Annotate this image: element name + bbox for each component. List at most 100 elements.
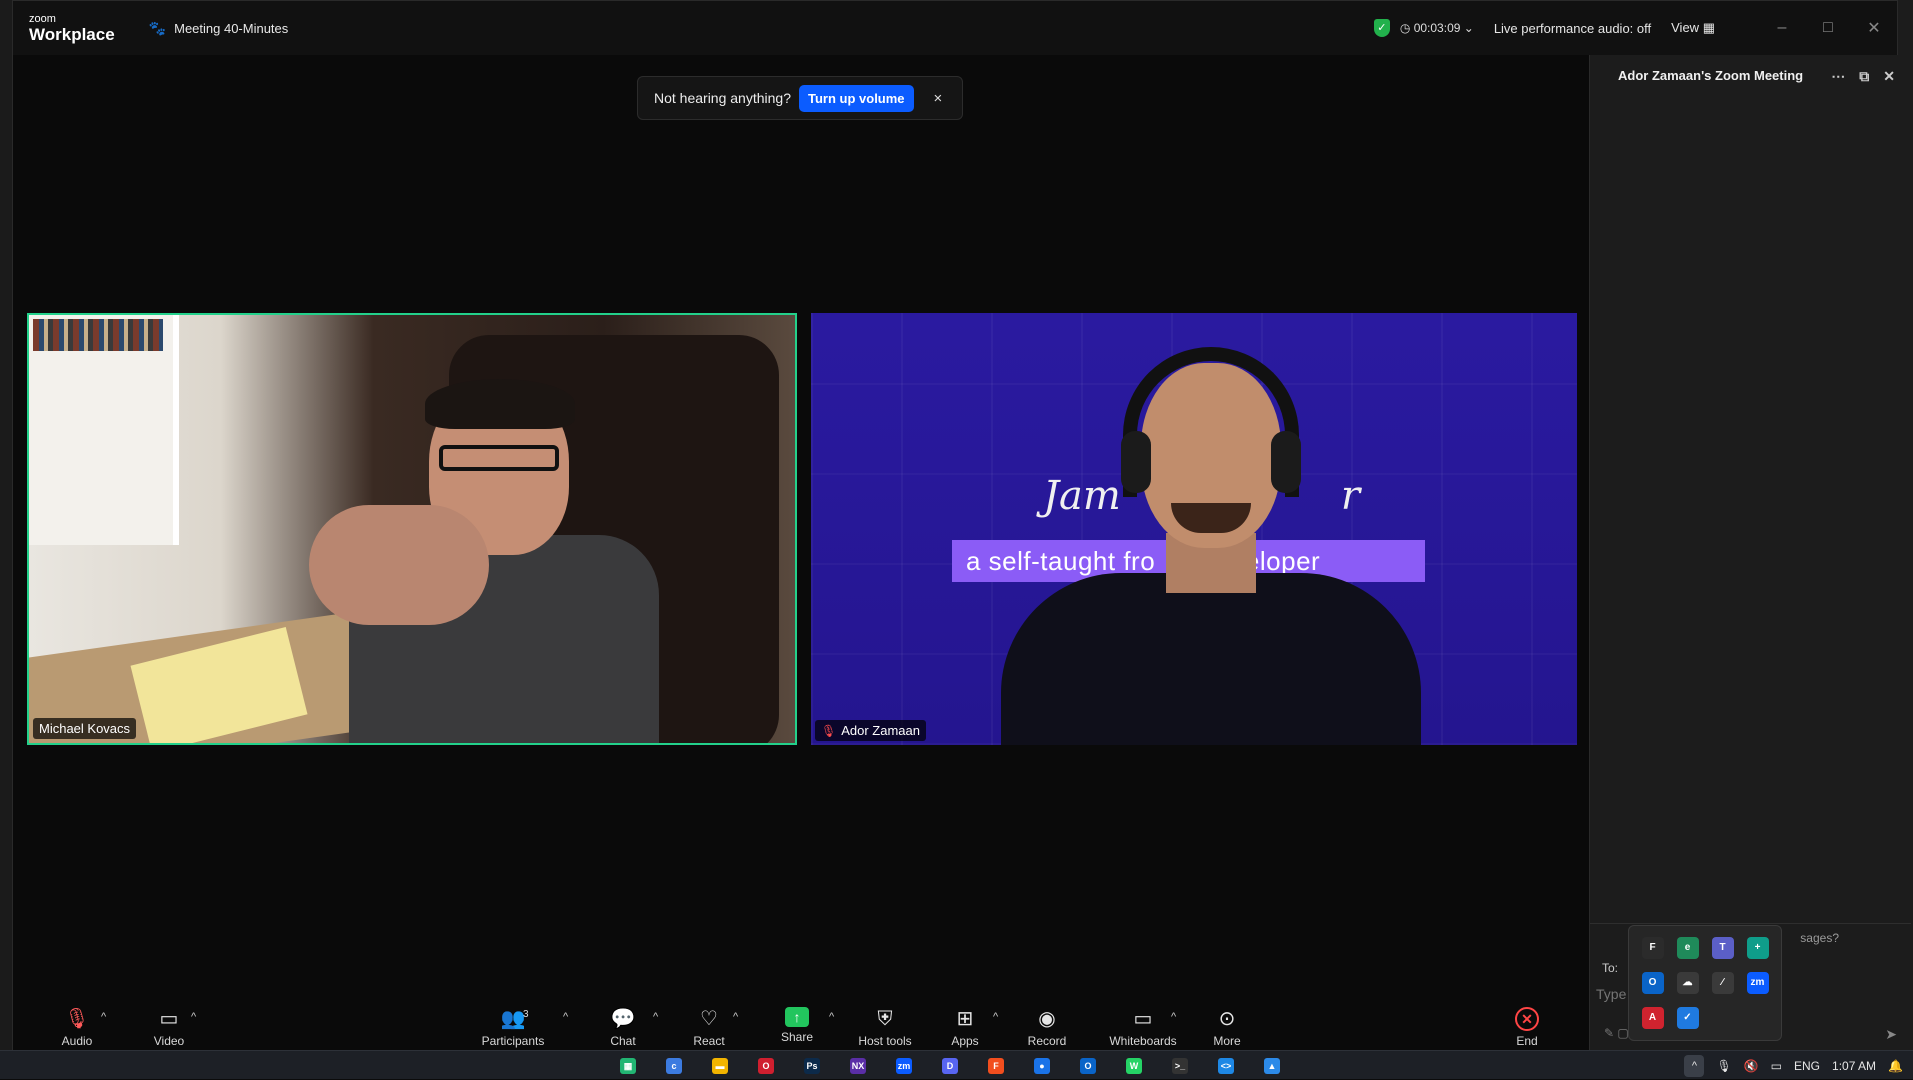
apps-caret[interactable]: ^ [993, 1011, 998, 1023]
format-icon[interactable]: ✎ ▢ [1604, 1026, 1629, 1040]
teams-icon[interactable]: T [1711, 937, 1734, 960]
taskbar-app[interactable]: ● [1022, 1054, 1062, 1077]
anydesk-icon[interactable]: A [1641, 1006, 1664, 1029]
pop-out-icon[interactable]: ⧉ [1859, 68, 1869, 85]
close-icon[interactable]: × [934, 90, 943, 107]
participant-name: Ador Zamaan [841, 723, 920, 738]
chat-button[interactable]: 💬 Chat [583, 1007, 663, 1048]
taskbar-app[interactable]: c [654, 1054, 694, 1077]
taskbar-app[interactable]: O [746, 1054, 786, 1077]
meeting-info-button[interactable]: 🐾 Meeting 40-Minutes [149, 20, 289, 37]
end-meeting-button[interactable]: ✕ End [1487, 1007, 1567, 1048]
maximize-icon[interactable]: □ [1805, 19, 1851, 37]
taskbar-app[interactable]: Ps [792, 1054, 832, 1077]
title-bar-right: ✓ ◷ 00:03:09 ⌄ Live performance audio: o… [1373, 1, 1897, 55]
language-indicator[interactable]: ENG [1794, 1059, 1820, 1073]
share-caret[interactable]: ^ [829, 1011, 834, 1023]
display-icon[interactable]: ▭ [1771, 1059, 1782, 1073]
chevron-up-icon[interactable]: ^ [1684, 1054, 1705, 1077]
system-tray-overflow: Fe T + O ☁ ∕ zm A ✓ [1628, 925, 1782, 1041]
end-icon: ✕ [1515, 1007, 1539, 1031]
record-button[interactable]: ◉ Record [1007, 1007, 1087, 1048]
next-icon: NX [850, 1057, 866, 1074]
figma-icon: F [988, 1057, 1004, 1074]
chrome-icon: ● [1034, 1057, 1050, 1074]
whiteboards-caret[interactable]: ^ [1171, 1011, 1176, 1023]
taskbar-app[interactable]: <> [1206, 1054, 1246, 1077]
encryption-shield-icon[interactable]: ✓ [1373, 19, 1390, 37]
taskbar-app[interactable]: D [930, 1054, 970, 1077]
send-icon[interactable]: ➤ [1885, 1026, 1897, 1043]
record-icon: ◉ [1038, 1008, 1056, 1030]
microphone-icon[interactable]: 🎙 [1716, 1059, 1731, 1073]
photos-icon: ▲ [1264, 1057, 1280, 1074]
outlook-icon: O [1080, 1057, 1096, 1074]
terminal-icon: >_ [1172, 1057, 1188, 1074]
participant-name-tag: 🎙 Ador Zamaan [815, 720, 926, 741]
photoshop-icon: Ps [804, 1057, 820, 1074]
figma-icon[interactable]: F [1641, 937, 1664, 960]
speaker-muted-icon[interactable]: 🔇 [1744, 1059, 1759, 1073]
notification-bell-icon[interactable]: 🔔 [1888, 1059, 1903, 1073]
close-panel-icon[interactable]: ✕ [1883, 68, 1895, 85]
meeting-timer[interactable]: ◷ 00:03:09 ⌄ [1400, 21, 1474, 35]
share-button[interactable]: ↑ Share [757, 1007, 837, 1044]
meeting-name: Meeting 40-Minutes [174, 20, 289, 36]
system-tray: ^ 🎙 🔇 ▭ ENG 1:07 AM 🔔 [1684, 1051, 1903, 1080]
minimize-icon[interactable]: – [1759, 19, 1805, 37]
view-button[interactable]: View ▦ [1671, 20, 1715, 36]
zoom-icon[interactable]: zm [1746, 971, 1769, 994]
taskbar-app[interactable]: O [1068, 1054, 1108, 1077]
participants-caret[interactable]: ^ [563, 1011, 568, 1023]
video-camera-icon: ▭ [159, 1008, 179, 1030]
audio-notification-banner: Not hearing anything? Turn up volume × [637, 76, 963, 120]
vscode-icon: <> [1218, 1057, 1234, 1074]
outlook-icon[interactable]: O [1641, 971, 1664, 994]
pen-icon[interactable]: ∕ [1711, 971, 1734, 994]
audio-options-caret[interactable]: ^ [101, 1011, 106, 1023]
heart-icon: ♡ [700, 1008, 718, 1030]
live-audio-status[interactable]: Live performance audio: off [1494, 21, 1651, 36]
chat-panel: Ador Zamaan's Zoom Meeting ⋯ ⧉ ✕ sages? … [1589, 55, 1911, 1051]
turn-up-volume-button[interactable]: Turn up volume [799, 84, 914, 112]
participant-figure [309, 379, 659, 743]
video-options-caret[interactable]: ^ [191, 1011, 196, 1023]
taskbar-app[interactable]: zm [884, 1054, 924, 1077]
timer-value: 00:03:09 [1413, 21, 1461, 35]
app-icon[interactable]: + [1746, 937, 1769, 960]
grid-icon: ▦ [1702, 20, 1715, 35]
video-tile-ador[interactable]: Jam r a self-taught fro developer 🎙 Ador … [811, 313, 1577, 745]
host-tools-button[interactable]: ⛨ Host tools [845, 1007, 925, 1048]
panel-hint-text: sages? [1800, 931, 1839, 945]
apps-icon: ⊞ [956, 1008, 974, 1030]
taskbar-app[interactable]: ▬ [700, 1054, 740, 1077]
view-label: View [1671, 20, 1700, 35]
more-options-icon[interactable]: ⋯ [1831, 68, 1845, 85]
taskbar-app[interactable]: W [1114, 1054, 1154, 1077]
taskbar-app[interactable]: ▲ [1252, 1054, 1292, 1077]
clock[interactable]: 1:07 AM [1832, 1059, 1876, 1073]
taskbar-apps: ▦ c ▬ O Ps NX zm D F ● O W >_ <> ▲ [608, 1054, 1292, 1077]
video-button[interactable]: ▭ Video [129, 1007, 209, 1048]
defender-icon[interactable]: ✓ [1676, 1006, 1699, 1029]
chat-caret[interactable]: ^ [653, 1011, 658, 1023]
more-button[interactable]: ⊙ More [1187, 1007, 1267, 1048]
more-icon: ⊙ [1218, 1008, 1236, 1030]
zoom-icon: zm [896, 1057, 912, 1074]
taskbar-app[interactable]: ▦ [608, 1054, 648, 1077]
panel-header: Ador Zamaan's Zoom Meeting ⋯ ⧉ ✕ [1590, 55, 1911, 95]
react-caret[interactable]: ^ [733, 1011, 738, 1023]
taskbar-app[interactable]: F [976, 1054, 1016, 1077]
taskbar-app[interactable]: NX [838, 1054, 878, 1077]
shield-icon: ⛨ [877, 1008, 893, 1030]
participant-name-tag: Michael Kovacs [33, 718, 137, 739]
edge-icon[interactable]: e [1676, 937, 1699, 960]
brand-small: zoom [29, 12, 56, 25]
close-window-icon[interactable]: ✕ [1851, 18, 1897, 38]
cloud-icon[interactable]: ☁ [1676, 971, 1699, 994]
taskbar-app[interactable]: >_ [1160, 1054, 1200, 1077]
opera-icon: O [758, 1057, 774, 1074]
video-tile-michael[interactable]: Michael Kovacs [27, 313, 797, 745]
participants-button[interactable]: 👥 3 Participants [473, 1007, 553, 1048]
whatsapp-icon: W [1126, 1057, 1142, 1074]
